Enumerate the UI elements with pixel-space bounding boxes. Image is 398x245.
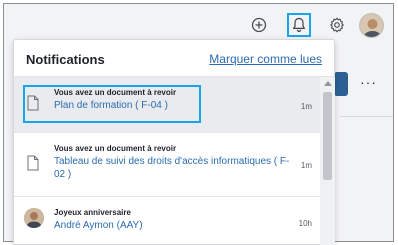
- notification-item[interactable]: Joyeux anniversaire André Aymon (AAY) 10…: [14, 197, 320, 245]
- user-avatar: [24, 208, 44, 228]
- notification-content: Vous avez un document à revoir Tableau d…: [54, 143, 299, 181]
- notification-document-link[interactable]: Plan de formation ( F-04 ): [54, 99, 299, 112]
- notifications-dropdown: Notifications Marquer comme lues Vous av…: [13, 39, 335, 245]
- notifications-title: Notifications: [26, 52, 105, 67]
- notification-content: Vous avez un document à revoir Plan de f…: [54, 87, 299, 112]
- notification-title: Vous avez un document à revoir: [54, 144, 177, 153]
- notification-time: 1m: [300, 102, 312, 111]
- document-icon: [27, 95, 39, 111]
- bell-icon[interactable]: [287, 13, 311, 37]
- document-icon: [27, 155, 39, 171]
- notifications-list: Vous avez un document à revoir Plan de f…: [14, 77, 320, 245]
- scroll-thumb[interactable]: [323, 92, 332, 180]
- gear-icon[interactable]: [327, 15, 347, 35]
- user-avatar[interactable]: [359, 13, 384, 38]
- notification-time: 1m: [300, 161, 312, 170]
- notification-time: 10h: [298, 219, 312, 228]
- background-divider: [340, 116, 393, 117]
- background-primary-button: [334, 72, 348, 96]
- notifications-header: Notifications Marquer comme lues: [14, 40, 334, 76]
- scrollbar[interactable]: [320, 77, 335, 245]
- notification-item[interactable]: Vous avez un document à revoir Plan de f…: [14, 77, 320, 133]
- notification-item[interactable]: Vous avez un document à revoir Tableau d…: [14, 133, 320, 197]
- mark-all-read-link[interactable]: Marquer comme lues: [209, 52, 322, 66]
- background-more-icon: ···: [360, 74, 377, 90]
- notification-user-link[interactable]: André Aymon (AAY): [54, 219, 299, 232]
- top-bar: [4, 4, 393, 44]
- notification-title: Vous avez un document à revoir: [54, 88, 177, 97]
- scroll-up-arrow-icon[interactable]: [324, 81, 332, 86]
- notification-content: Joyeux anniversaire André Aymon (AAY): [54, 207, 299, 232]
- plus-circle-icon[interactable]: [249, 15, 269, 35]
- notification-document-link[interactable]: Tableau de suivi des droits d'accès info…: [54, 155, 299, 181]
- notification-title: Joyeux anniversaire: [54, 208, 131, 217]
